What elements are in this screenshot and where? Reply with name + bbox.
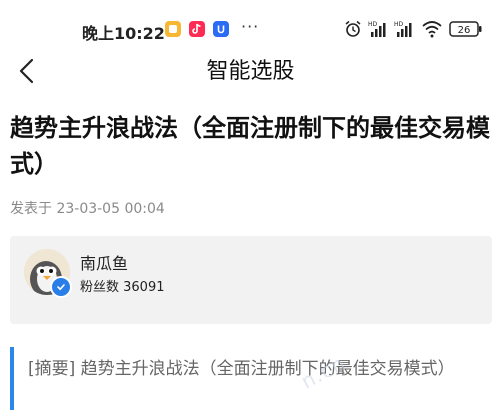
status-bar: 晚上10:22 ··· HD HD 26 bbox=[0, 0, 501, 62]
svg-text:HD: HD bbox=[394, 21, 404, 28]
svg-text:HD: HD bbox=[368, 21, 378, 28]
hd-signal-icon: HD bbox=[368, 20, 390, 42]
yellow-app-icon bbox=[165, 21, 181, 37]
blue-app-icon bbox=[213, 21, 229, 37]
article-title: 趋势主升浪战法（全面注册制下的最佳交易模式） bbox=[10, 114, 490, 178]
follower-count: 粉丝数 36091 bbox=[80, 280, 165, 295]
svg-text:26: 26 bbox=[458, 25, 471, 36]
publish-info: 发表于 23-03-05 00:04 bbox=[10, 201, 165, 217]
article-summary: [摘要] 趋势主升浪战法（全面注册制下的最佳交易模式） bbox=[28, 359, 455, 379]
tiktok-icon bbox=[189, 21, 205, 37]
author-name[interactable]: 南瓜鱼 bbox=[80, 250, 128, 274]
summary-accent-bar bbox=[10, 347, 14, 410]
verified-check-icon bbox=[50, 276, 72, 298]
author-card[interactable]: 南瓜鱼 粉丝数 36091 bbox=[10, 236, 492, 324]
battery-icon: 26 bbox=[449, 21, 483, 41]
status-time: 晚上10:22 bbox=[82, 24, 165, 43]
page-title: 智能选股 bbox=[206, 59, 295, 84]
wifi-icon bbox=[421, 20, 443, 42]
alarm-icon bbox=[344, 20, 362, 42]
page: 晚上10:22 ··· HD HD 26 智能选股 趋势主升浪战法（全面注册制下… bbox=[0, 0, 501, 410]
more-icon: ··· bbox=[241, 17, 260, 36]
hd-signal-icon: HD bbox=[394, 20, 416, 42]
